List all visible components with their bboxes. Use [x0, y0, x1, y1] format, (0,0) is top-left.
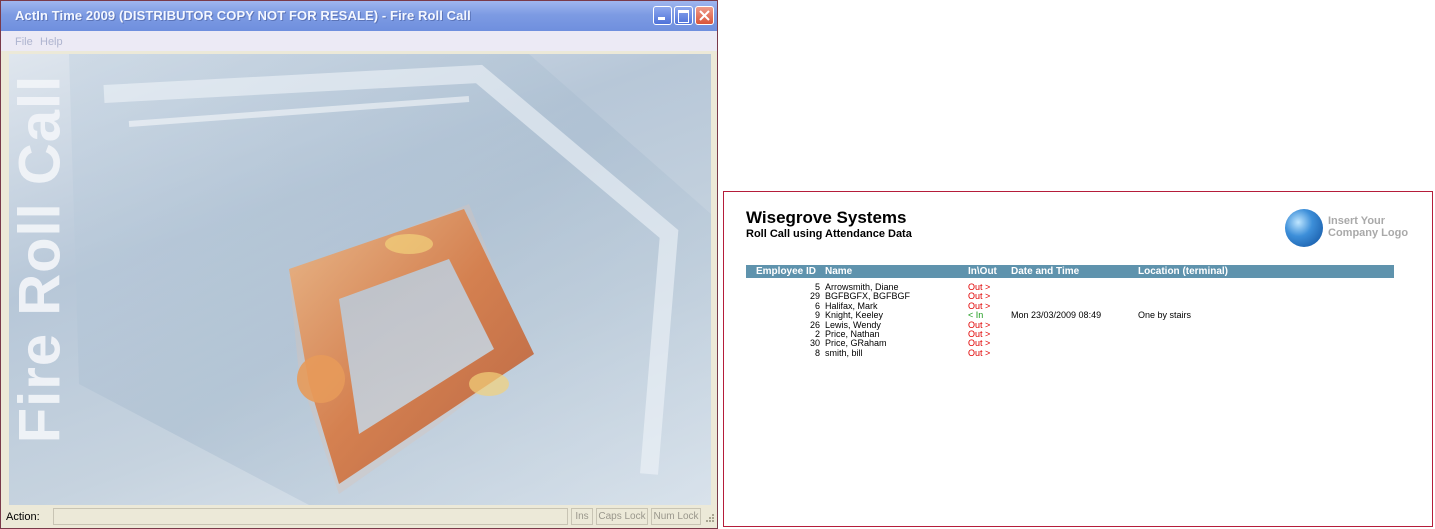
vertical-title: Fire Roll Call: [7, 54, 73, 505]
action-label: Action:: [6, 511, 40, 523]
col-location: Location (terminal): [1138, 266, 1229, 277]
date-time: Mon 23/03/2009 08:49: [1011, 310, 1102, 321]
menu-help[interactable]: Help: [40, 36, 63, 48]
status-bar: Action: Ins Caps Lock Num Lock: [1, 505, 717, 528]
close-icon: [699, 10, 710, 21]
col-name: Name: [825, 266, 853, 277]
minimize-button[interactable]: [653, 6, 672, 25]
title-bar[interactable]: ActIn Time 2009 (DISTRIBUTOR COPY NOT FO…: [1, 1, 717, 31]
app-window: ActIn Time 2009 (DISTRIBUTOR COPY NOT FO…: [0, 0, 718, 529]
employee-name: smith, bill: [825, 347, 863, 358]
logo-text-line2: Company Logo: [1328, 227, 1409, 239]
location: One by stairs: [1138, 310, 1192, 321]
logo-text-line1: Insert Your: [1328, 215, 1386, 227]
rfid-tag-photo: [69, 54, 711, 505]
table-body: 5 Arrowsmith, Diane Out >29 BGFBGFX, BGFBGF…: [746, 282, 1394, 358]
caps-lock-indicator: Caps Lock: [596, 508, 648, 525]
table-row: 8 smith, bill Out >: [746, 347, 1394, 358]
company-logo: Insert Your Company Logo: [1284, 205, 1416, 250]
table-header: Employee ID Name In\Out Date and Time Lo…: [746, 265, 1394, 278]
in-out-status: Out >: [968, 347, 991, 358]
menu-file[interactable]: File: [15, 36, 33, 48]
employee-id: 8: [814, 347, 820, 358]
col-employee-id: Employee ID: [756, 266, 817, 277]
resize-grip-icon[interactable]: [703, 513, 715, 525]
report-subtitle: Roll Call using Attendance Data: [746, 228, 912, 240]
fire-roll-call-heading: Fire Roll Call: [7, 74, 73, 444]
window-title: ActIn Time 2009 (DISTRIBUTOR COPY NOT FO…: [15, 8, 471, 23]
background-image: [9, 54, 711, 505]
num-lock-indicator: Num Lock: [651, 508, 701, 525]
col-date-time: Date and Time: [1011, 266, 1080, 277]
ins-indicator: Ins: [571, 508, 593, 525]
menu-bar: File Help: [1, 31, 717, 51]
globe-icon: [1285, 209, 1323, 247]
action-field: [53, 508, 568, 525]
roll-call-report: Wisegrove Systems Roll Call using Attend…: [723, 191, 1433, 527]
maximize-button[interactable]: [674, 6, 693, 25]
company-name: Wisegrove Systems: [746, 208, 907, 227]
col-in-out: In\Out: [968, 266, 997, 277]
close-button[interactable]: [695, 6, 714, 25]
